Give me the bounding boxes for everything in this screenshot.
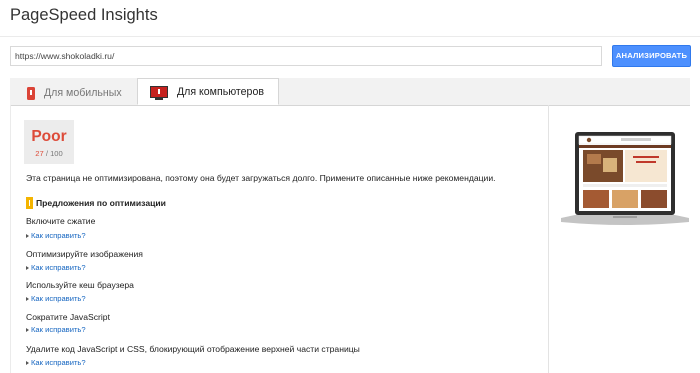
- monitor-icon: [150, 85, 168, 100]
- summary-text: Эта страница не оптимизирована, поэтому …: [26, 173, 496, 183]
- expand-arrow-icon: [26, 327, 29, 332]
- expand-arrow-icon: [26, 360, 29, 365]
- how-to-fix-link[interactable]: Как исправить?: [26, 263, 86, 272]
- header-divider: [0, 36, 700, 37]
- expand-arrow-icon: [26, 265, 29, 270]
- score-max: / 100: [45, 149, 63, 158]
- suggestions-heading: Предложения по оптимизации: [26, 197, 166, 209]
- expand-arrow-icon: [26, 233, 29, 238]
- how-to-fix-link[interactable]: Как исправить?: [26, 231, 86, 240]
- score-badge: Poor 27 / 100: [24, 120, 74, 164]
- rule-title-render-blocking: Удалите код JavaScript и CSS, блокирующи…: [26, 344, 360, 354]
- score-number: 27: [35, 149, 44, 158]
- how-to-fix-link[interactable]: Как исправить?: [26, 325, 86, 334]
- warning-icon: [26, 197, 33, 209]
- how-to-fix-label: Как исправить?: [31, 263, 86, 272]
- tab-desktop[interactable]: Для компьютеров: [137, 78, 279, 105]
- preview-divider: [548, 105, 549, 373]
- content-border: [10, 105, 11, 373]
- phone-icon: [27, 86, 35, 100]
- rule-title-cache: Используйте кеш браузера: [26, 280, 134, 290]
- tab-mobile[interactable]: Для мобильных: [12, 80, 132, 106]
- how-to-fix-label: Как исправить?: [31, 231, 86, 240]
- url-input[interactable]: [10, 46, 602, 66]
- how-to-fix-label: Как исправить?: [31, 294, 86, 303]
- score-value: 27 / 100: [24, 149, 74, 158]
- analyze-button[interactable]: АНАЛИЗИРОВАТЬ: [612, 45, 691, 67]
- tab-mobile-label: Для мобильных: [44, 87, 122, 99]
- score-label: Poor: [31, 128, 67, 145]
- desktop-preview-image: [561, 132, 689, 225]
- rule-title-js: Сократите JavaScript: [26, 312, 110, 322]
- expand-arrow-icon: [26, 296, 29, 301]
- suggestions-title: Предложения по оптимизации: [36, 198, 166, 208]
- how-to-fix-link[interactable]: Как исправить?: [26, 358, 86, 367]
- page-title: PageSpeed Insights: [10, 6, 158, 24]
- how-to-fix-link[interactable]: Как исправить?: [26, 294, 86, 303]
- how-to-fix-label: Как исправить?: [31, 358, 86, 367]
- how-to-fix-label: Как исправить?: [31, 325, 86, 334]
- rule-title-compression: Включите сжатие: [26, 216, 96, 226]
- tab-desktop-label: Для компьютеров: [177, 85, 264, 98]
- rule-title-images: Оптимизируйте изображения: [26, 249, 143, 259]
